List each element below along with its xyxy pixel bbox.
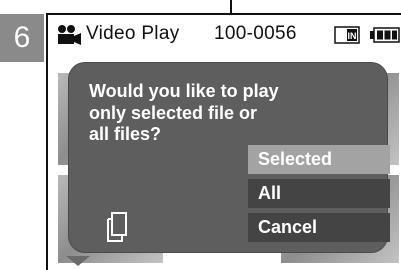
copy-icon: [107, 212, 127, 242]
video-play-icon: [58, 25, 81, 45]
option-cancel[interactable]: Cancel: [248, 213, 390, 242]
status-bar: Video Play 100-0056 IN: [48, 15, 401, 55]
option-selected[interactable]: Selected: [248, 145, 390, 174]
memory-card-icon: IN: [334, 26, 360, 44]
connector-line: [230, 0, 232, 13]
file-number: 100-0056: [214, 23, 297, 44]
option-all[interactable]: All: [248, 179, 390, 208]
battery-icon: [370, 27, 400, 43]
dialog-message: Would you like to play only selected fil…: [89, 81, 329, 146]
svg-text:IN: IN: [348, 31, 357, 41]
step-number-badge: 6: [0, 14, 44, 62]
scroll-down-arrow-icon[interactable]: [66, 256, 90, 266]
play-options-dialog: Would you like to play only selected fil…: [69, 63, 390, 252]
dialog-message-line: all files?: [89, 124, 162, 144]
dialog-message-line: Would you like to play: [89, 81, 279, 101]
mode-label: Video Play: [86, 23, 180, 44]
dialog-message-line: only selected file or: [89, 102, 258, 123]
lcd-screen: Video Play 100-0056 IN Would you like to…: [46, 13, 401, 270]
